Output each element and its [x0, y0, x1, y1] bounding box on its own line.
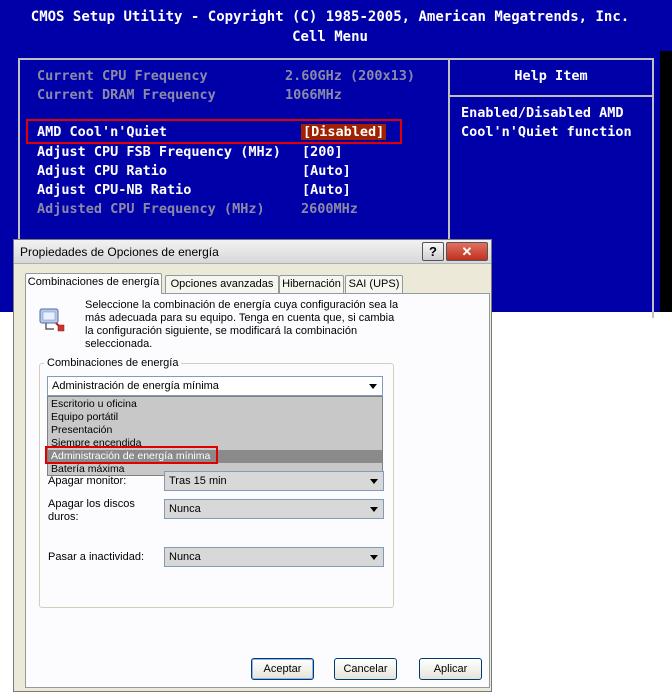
bios-row-label: Current CPU Frequency: [37, 68, 208, 84]
bios-row-label: Adjust CPU-NB Ratio: [37, 182, 192, 198]
standby-value: Nunca: [169, 551, 201, 563]
ok-button[interactable]: Aceptar: [251, 658, 314, 680]
bios-help-separator: [450, 95, 652, 97]
power-scheme-select[interactable]: Administración de energía mínima: [47, 376, 383, 396]
tab-hibernate[interactable]: Hibernación: [279, 275, 344, 293]
disks-select[interactable]: Nunca: [164, 499, 384, 519]
bios-row-cpu-nb-ratio[interactable]: Adjust CPU-NB Ratio [Auto]: [37, 182, 351, 200]
chevron-down-icon[interactable]: [366, 549, 382, 565]
bios-help-title: Help Item: [514, 68, 588, 84]
chevron-down-icon[interactable]: [365, 378, 381, 394]
list-item[interactable]: Escritorio u oficina: [48, 398, 382, 411]
list-item[interactable]: Presentación: [48, 424, 382, 437]
chevron-down-icon[interactable]: [366, 501, 382, 517]
bios-help-line: Enabled/Disabled AMD: [461, 105, 624, 121]
list-item[interactable]: Equipo portátil: [48, 411, 382, 424]
bios-row-value: 2600MHz: [301, 201, 358, 217]
power-scheme-value: Administración de energía mínima: [52, 380, 219, 392]
apply-button[interactable]: Aplicar: [419, 658, 482, 680]
chevron-down-icon[interactable]: [366, 473, 382, 489]
bios-row-value[interactable]: [Auto]: [302, 182, 351, 198]
monitor-select[interactable]: Tras 15 min: [164, 471, 384, 491]
bios-row-value[interactable]: [200]: [302, 144, 343, 160]
bios-row-label: Current DRAM Frequency: [37, 87, 216, 103]
group-label: Combinaciones de energía: [44, 357, 182, 369]
cool-n-quiet-highlight-box: [26, 119, 402, 144]
tab-power-schemes[interactable]: Combinaciones de energía: [25, 273, 162, 294]
bios-row-value: 1066MHz: [285, 87, 342, 103]
bios-row-dram-frequency: Current DRAM Frequency 1066MHz: [37, 87, 342, 105]
power-scheme-dropdown-list[interactable]: Escritorio u oficina Equipo portátil Pre…: [47, 396, 383, 476]
bios-row-value[interactable]: [Auto]: [302, 163, 351, 179]
bios-row-fsb-frequency[interactable]: Adjust CPU FSB Frequency (MHz) [200]: [37, 144, 343, 162]
bios-row-adjusted-frequency: Adjusted CPU Frequency (MHz) 2600MHz: [37, 201, 358, 219]
tab-ups[interactable]: SAI (UPS): [345, 275, 403, 293]
tab-advanced[interactable]: Opciones avanzadas: [165, 275, 279, 293]
monitor-label: Apagar monitor:: [48, 475, 127, 487]
bios-row-value: 2.60GHz (200x13): [285, 68, 416, 84]
bios-row-label: Adjust CPU Ratio: [37, 163, 168, 179]
bios-row-cpu-ratio[interactable]: Adjust CPU Ratio [Auto]: [37, 163, 351, 181]
disks-label: Apagar los discos duros:: [48, 498, 135, 523]
power-plug-icon: [39, 308, 65, 332]
dialog-title: Propiedades de Opciones de energía: [20, 245, 219, 259]
bios-row-label: Adjust CPU FSB Frequency (MHz): [37, 144, 281, 160]
intro-text: Seleccione la combinación de energía cuy…: [85, 299, 399, 350]
bios-menu-title: Cell Menu: [292, 29, 368, 45]
monitor-value: Tras 15 min: [169, 475, 227, 487]
standby-label: Pasar a inactividad:: [48, 551, 144, 563]
bios-title: CMOS Setup Utility - Copyright (C) 1985-…: [30, 9, 630, 25]
bios-row-label: Adjusted CPU Frequency (MHz): [37, 201, 265, 217]
bios-help-line: Cool'n'Quiet function: [461, 124, 632, 140]
bios-row-cpu-frequency: Current CPU Frequency 2.60GHz (200x13): [37, 68, 415, 86]
help-button[interactable]: ?: [422, 242, 444, 261]
standby-select[interactable]: Nunca: [164, 547, 384, 567]
dialog-titlebar[interactable]: Propiedades de Opciones de energía ? ✕: [14, 240, 491, 264]
close-button[interactable]: ✕: [446, 242, 488, 261]
disks-value: Nunca: [169, 503, 201, 515]
cancel-button[interactable]: Cancelar: [334, 658, 397, 680]
min-power-highlight-box: [45, 446, 218, 464]
